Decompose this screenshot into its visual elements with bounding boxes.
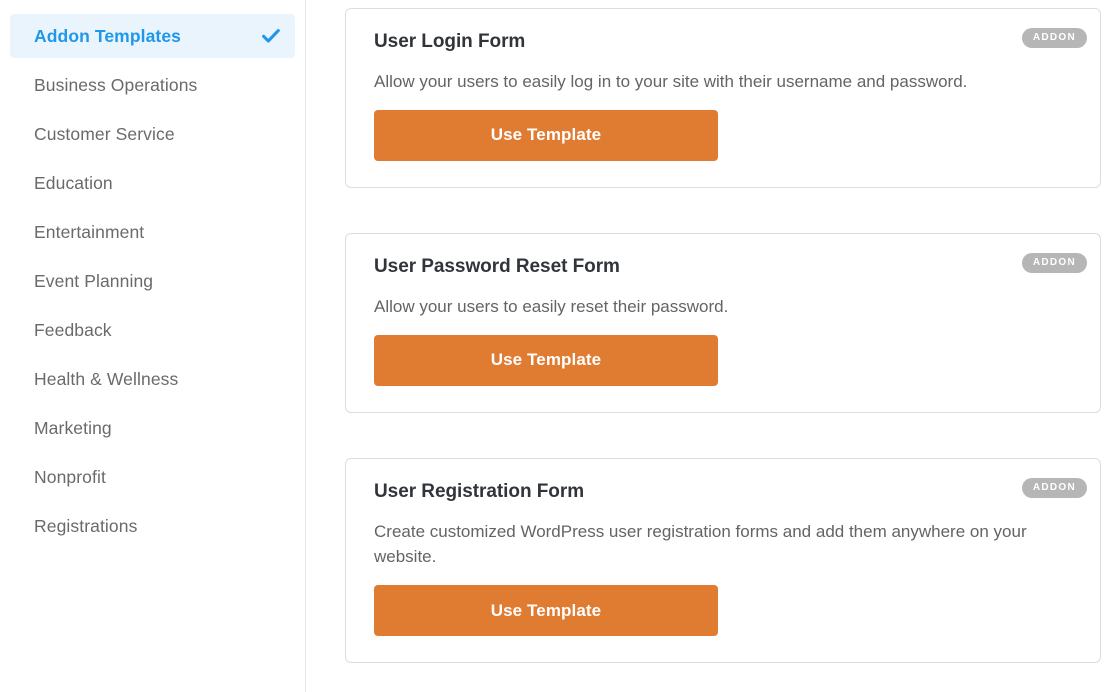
sidebar-item-label: Registrations <box>34 515 138 536</box>
template-card: Addon User Password Reset Form Allow your … <box>345 232 1101 413</box>
sidebar-item-business-operations[interactable]: Business Operations <box>10 63 295 107</box>
sidebar-item-label: Health & Wellness <box>34 368 179 389</box>
sidebar-item-health-wellness[interactable]: Health & Wellness <box>10 357 295 401</box>
sidebar-item-marketing[interactable]: Marketing <box>10 406 295 450</box>
category-list: Addon Templates Business Operations Custom… <box>0 14 305 548</box>
use-template-button[interactable]: Use Template <box>374 334 718 386</box>
addon-badge: Addon <box>1021 252 1087 273</box>
sidebar-item-label: Business Operations <box>34 74 198 95</box>
template-card: Addon User Registration Form Create custom… <box>345 457 1101 664</box>
sidebar-item-label: Nonprofit <box>34 466 106 487</box>
sidebar-item-label: Marketing <box>34 417 112 438</box>
template-list: Addon User Login Form Allow your users to … <box>306 0 1116 692</box>
sidebar-item-addon-templates[interactable]: Addon Templates <box>10 14 295 58</box>
sidebar-item-label: Event Planning <box>34 270 154 291</box>
template-browser: Addon Templates Business Operations Custom… <box>0 0 1116 692</box>
template-title: User Registration Form <box>374 480 585 502</box>
addon-badge: Addon <box>1021 28 1087 48</box>
sidebar-item-label: Feedback <box>34 319 112 340</box>
template-title: User Password Reset Form <box>374 255 620 277</box>
sidebar-item-label: Customer Service <box>34 123 175 144</box>
addon-badge: Addon <box>1021 477 1087 498</box>
use-template-button[interactable]: Use Template <box>374 585 718 637</box>
sidebar-item-feedback[interactable]: Feedback <box>10 308 295 352</box>
template-title: User Login Form <box>374 31 526 52</box>
template-description: Create customized WordPress user registr… <box>374 521 1027 566</box>
template-description: Allow your users to easily reset their p… <box>374 296 729 316</box>
category-sidebar: Addon Templates Business Operations Custom… <box>0 0 306 692</box>
check-icon <box>261 26 281 46</box>
use-template-button[interactable]: Use Template <box>374 109 718 161</box>
sidebar-item-registrations[interactable]: Registrations <box>10 504 295 548</box>
sidebar-item-education[interactable]: Education <box>10 161 295 205</box>
sidebar-item-customer-service[interactable]: Customer Service <box>10 112 295 156</box>
sidebar-item-label: Education <box>34 172 113 193</box>
sidebar-item-event-planning[interactable]: Event Planning <box>10 259 295 303</box>
sidebar-item-label: Entertainment <box>34 221 145 242</box>
sidebar-item-nonprofit[interactable]: Nonprofit <box>10 455 295 499</box>
sidebar-item-entertainment[interactable]: Entertainment <box>10 210 295 254</box>
sidebar-item-label: Addon Templates <box>34 25 182 46</box>
template-description: Allow your users to easily log in to you… <box>374 71 968 91</box>
template-card: Addon User Login Form Allow your users to … <box>345 8 1101 188</box>
